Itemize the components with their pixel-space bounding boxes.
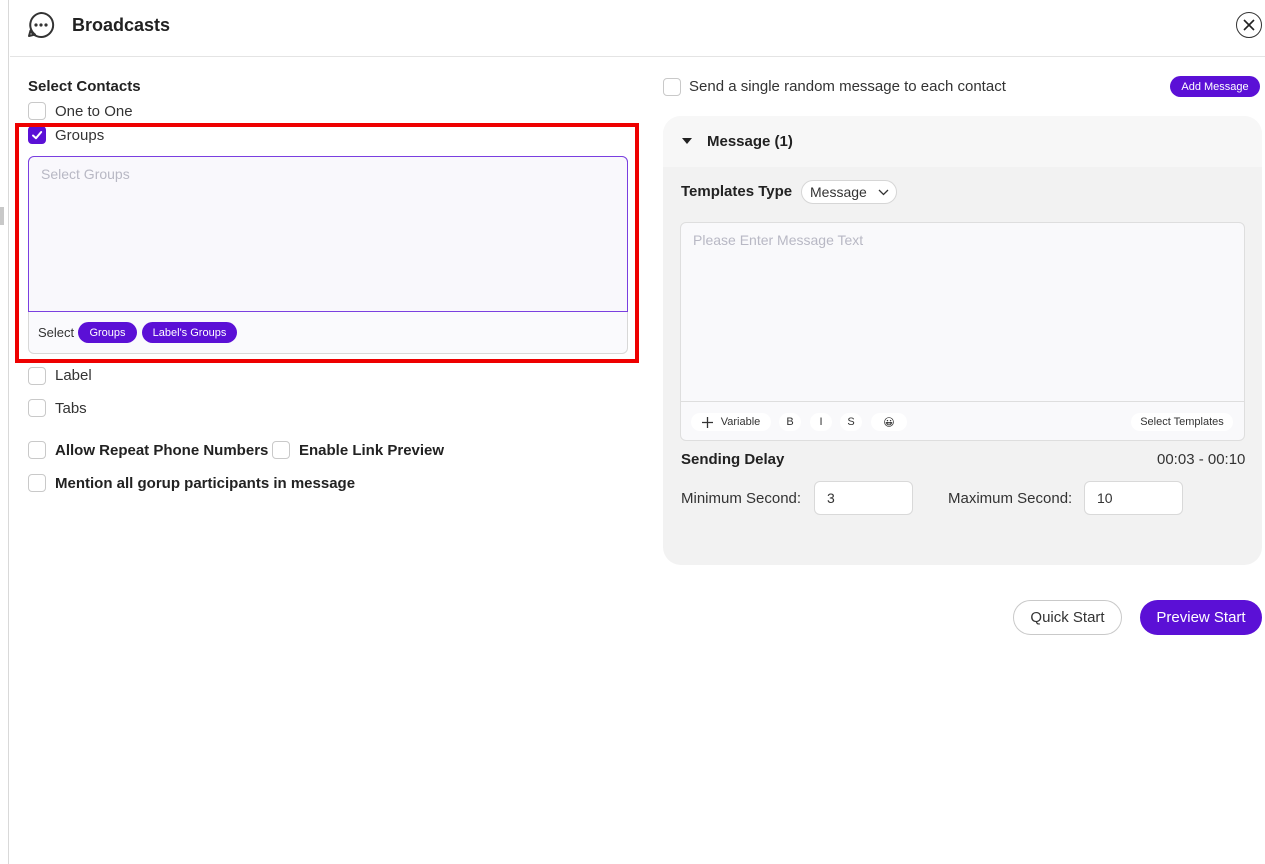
close-icon <box>1243 19 1255 31</box>
minimum-second-input[interactable] <box>814 481 913 515</box>
message-editor: Please Enter Message Text Variable B I S… <box>680 222 1245 441</box>
mention-all-checkbox[interactable] <box>28 474 46 492</box>
quick-start-button[interactable]: Quick Start <box>1013 600 1122 635</box>
variable-button[interactable]: Variable <box>691 413 771 431</box>
add-message-button[interactable]: Add Message <box>1170 76 1260 97</box>
plus-icon <box>701 416 713 428</box>
chevron-down-icon <box>878 189 889 196</box>
close-button[interactable] <box>1236 12 1262 38</box>
templates-type-value: Message <box>810 184 867 200</box>
maximum-second-label: Maximum Second: <box>948 490 1073 507</box>
minimum-second-label: Minimum Second: <box>681 490 802 507</box>
message-panel-title: Message (1) <box>707 133 793 150</box>
chat-bubble-icon <box>28 11 55 38</box>
random-message-checkbox[interactable] <box>663 78 681 96</box>
sending-delay-range: 00:03 - 00:10 <box>1157 451 1246 468</box>
maximum-second-input[interactable] <box>1084 481 1183 515</box>
one-to-one-checkbox[interactable] <box>28 102 46 120</box>
mention-all-label: Mention all gorup participants in messag… <box>55 475 356 492</box>
resize-handle[interactable] <box>0 207 4 225</box>
random-message-label: Send a single random message to each con… <box>689 78 1006 95</box>
caret-down-icon <box>682 138 692 144</box>
select-contacts-title: Select Contacts <box>28 78 141 95</box>
link-preview-checkbox[interactable] <box>272 441 290 459</box>
left-edge-bar <box>0 0 9 864</box>
variable-label: Variable <box>720 416 761 428</box>
templates-type-select[interactable]: Message <box>801 180 897 204</box>
italic-button[interactable]: I <box>810 413 832 431</box>
dialog-title: Broadcasts <box>72 15 171 35</box>
allow-repeat-label: Allow Repeat Phone Numbers <box>55 442 269 459</box>
templates-type-label: Templates Type <box>681 183 793 200</box>
one-to-one-label: One to One <box>55 103 133 120</box>
tabs-option-label: Tabs <box>55 400 87 417</box>
allow-repeat-checkbox[interactable] <box>28 441 46 459</box>
label-option-label: Label <box>55 367 92 384</box>
strikethrough-button[interactable]: S <box>840 413 862 431</box>
message-text-input[interactable]: Please Enter Message Text <box>681 223 1244 402</box>
dialog-header: Broadcasts <box>10 0 1265 57</box>
tabs-checkbox[interactable] <box>28 399 46 417</box>
highlight-box <box>15 123 639 363</box>
link-preview-label: Enable Link Preview <box>299 442 445 459</box>
sending-delay-label: Sending Delay <box>681 451 785 468</box>
message-placeholder: Please Enter Message Text <box>693 232 864 248</box>
message-panel-header[interactable]: Message (1) <box>663 116 1262 167</box>
select-templates-button[interactable]: Select Templates <box>1131 413 1233 431</box>
emoji-button[interactable]: 😀 <box>871 413 907 431</box>
label-checkbox[interactable] <box>28 367 46 385</box>
bold-button[interactable]: B <box>779 413 801 431</box>
preview-start-button[interactable]: Preview Start <box>1140 600 1262 635</box>
